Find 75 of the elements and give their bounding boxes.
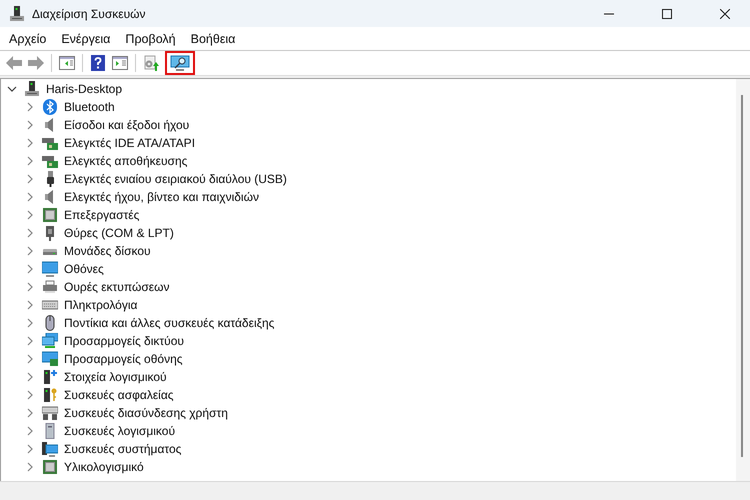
expand-chevron-icon[interactable] — [25, 264, 35, 274]
tree-item[interactable]: Ουρές εκτυπώσεων — [64, 280, 170, 294]
menu-item[interactable]: Ενέργεια — [55, 28, 116, 48]
tree-item[interactable]: Προσαρμογείς οθόνης — [64, 352, 183, 366]
monitor-icon — [42, 261, 58, 277]
tree-item[interactable]: Πληκτρολόγια — [64, 298, 138, 312]
controller-card-icon — [42, 135, 58, 151]
tree-item[interactable]: Υλικολογισμικό — [64, 460, 144, 474]
tower-icon — [42, 369, 58, 385]
expand-chevron-icon[interactable] — [25, 336, 35, 346]
expand-chevron-icon[interactable] — [25, 210, 35, 220]
tree-item[interactable]: Ποντίκια και άλλες συσκευές κατάδειξης — [64, 316, 274, 330]
gear-arrow-icon — [143, 55, 159, 71]
expand-chevron-icon[interactable] — [25, 156, 35, 166]
panel-icon — [112, 56, 128, 70]
toolbar-button[interactable] — [165, 51, 195, 75]
forward-arrow-icon — [28, 56, 44, 70]
chip-icon — [42, 207, 58, 223]
expand-chevron-icon[interactable] — [25, 282, 35, 292]
maximize-icon[interactable] — [662, 8, 672, 18]
menu-item[interactable]: Αρχείο — [3, 28, 52, 48]
tree-item[interactable]: Bluetooth — [64, 100, 115, 114]
tree-item[interactable]: Ελεγκτές IDE ATA/ATAPI — [64, 136, 196, 150]
expand-chevron-icon[interactable] — [25, 246, 35, 256]
tree-item[interactable]: Συσκευές διασύνδεσης χρήστη — [64, 406, 228, 420]
keyboard-joystick-icon — [42, 405, 58, 421]
menu-item[interactable]: Προβολή — [119, 28, 182, 48]
bluetooth-icon — [42, 99, 58, 115]
app-icon — [10, 6, 24, 22]
expand-chevron-icon[interactable] — [25, 102, 35, 112]
expand-chevron-icon[interactable] — [25, 318, 35, 328]
computer-icon — [42, 441, 58, 457]
panel-icon — [59, 56, 75, 70]
expand-chevron-icon[interactable] — [25, 462, 35, 472]
printer-icon — [42, 279, 58, 295]
tree-item[interactable]: Συσκευές ασφαλείας — [64, 388, 174, 402]
expand-chevron-icon[interactable] — [25, 444, 35, 454]
tree-item[interactable]: Haris-Desktop — [46, 82, 122, 96]
tree-item[interactable]: Ελεγκτές ήχου, βίντεο και παιχνιδιών — [64, 190, 259, 204]
tree-item[interactable]: Προσαρμογείς δικτύου — [64, 334, 184, 348]
tree-item[interactable]: Θύρες (COM & LPT) — [64, 226, 174, 240]
monitor-search-icon — [170, 55, 190, 71]
scrollbar-thumb[interactable] — [741, 95, 743, 457]
expand-chevron-icon[interactable] — [25, 228, 35, 238]
expand-chevron-icon[interactable] — [25, 426, 35, 436]
tree-item[interactable]: Στοιχεία λογισμικού — [64, 370, 167, 384]
tree-item[interactable]: Επεξεργαστές — [64, 208, 140, 222]
expand-chevron-icon[interactable] — [25, 390, 35, 400]
expand-chevron-icon[interactable] — [25, 372, 35, 382]
expand-chevron-icon[interactable] — [25, 138, 35, 148]
collapse-chevron-icon[interactable] — [7, 84, 17, 94]
storage-card-icon — [42, 153, 58, 169]
expand-chevron-icon[interactable] — [25, 354, 35, 364]
monitor-card-icon — [42, 351, 58, 367]
tree-item[interactable]: Συσκευές συστήματος — [64, 442, 182, 456]
tree-item[interactable]: Οθόνες — [64, 262, 104, 276]
computer-tower-icon — [24, 81, 40, 97]
expand-chevron-icon[interactable] — [25, 120, 35, 130]
menu-item[interactable]: Βοήθεια — [184, 28, 242, 48]
tree-item[interactable]: Ελεγκτές ενιαίου σειριακού διαύλου (USB) — [64, 172, 287, 186]
chip-icon — [42, 459, 58, 475]
tree-item[interactable]: Συσκευές λογισμικού — [64, 424, 175, 438]
expand-chevron-icon[interactable] — [25, 300, 35, 310]
network-monitors-icon — [42, 333, 58, 349]
expand-chevron-icon[interactable] — [25, 408, 35, 418]
expand-chevron-icon[interactable] — [25, 174, 35, 184]
expand-chevron-icon[interactable] — [25, 192, 35, 202]
tower-key-icon — [42, 387, 58, 403]
window-title: Διαχείριση Συσκευών — [32, 6, 146, 20]
tree-item[interactable]: Είσοδοι και έξοδοι ήχου — [64, 118, 190, 132]
help-icon — [91, 55, 105, 71]
tree-item[interactable]: Μονάδες δίσκου — [64, 244, 151, 258]
back-arrow-icon — [6, 56, 22, 70]
close-icon[interactable] — [720, 8, 730, 18]
tree-item[interactable]: Ελεγκτές αποθήκευσης — [64, 154, 188, 168]
